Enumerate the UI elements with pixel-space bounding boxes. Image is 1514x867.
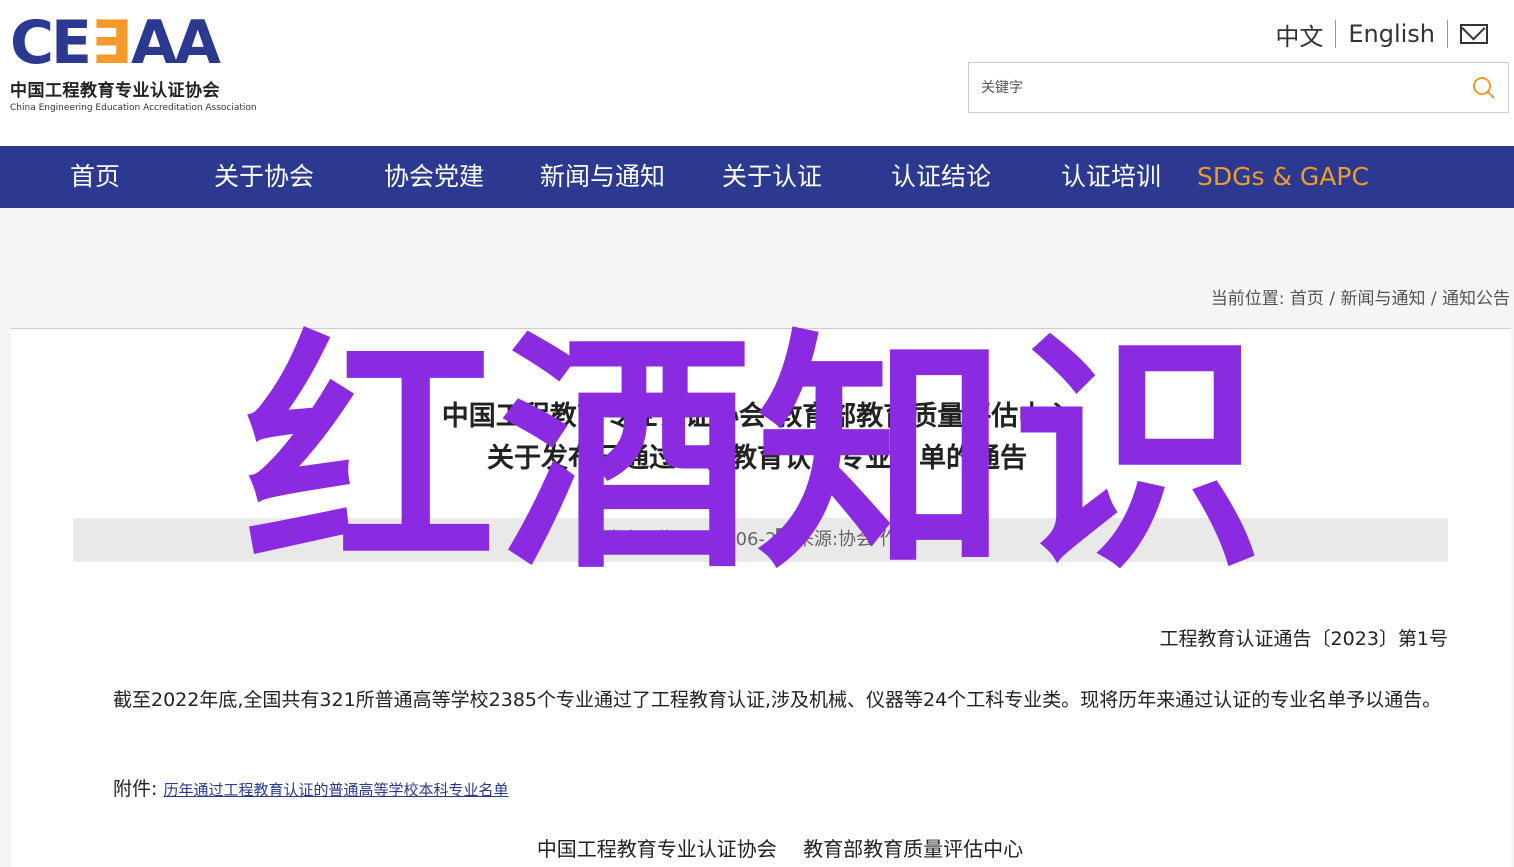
nav-item-accreditation[interactable]: 关于认证 bbox=[722, 146, 822, 208]
breadcrumb-separator: / bbox=[1329, 289, 1336, 309]
search-input[interactable] bbox=[969, 63, 1473, 112]
search-icon[interactable] bbox=[1472, 76, 1496, 100]
logo-mark-ce: CE bbox=[10, 8, 92, 78]
signatory-association: 中国工程教育专业认证协会 bbox=[536, 837, 777, 861]
mail-icon[interactable] bbox=[1460, 24, 1488, 44]
breadcrumb-separator: / bbox=[1430, 289, 1437, 309]
nav-item-training[interactable]: 认证培训 bbox=[1061, 146, 1161, 208]
main-nav: 首页 关于协会 协会党建 新闻与通知 关于认证 认证结论 认证培训 SDGs &… bbox=[0, 146, 1514, 208]
attachment-link[interactable]: 历年通过工程教育认证的普通高等学校本科专业名单 bbox=[163, 781, 508, 799]
lang-chinese-link[interactable]: 中文 bbox=[1263, 17, 1335, 52]
nav-item-results[interactable]: 认证结论 bbox=[891, 146, 991, 208]
nav-item-news[interactable]: 新闻与通知 bbox=[540, 146, 665, 208]
search-box bbox=[968, 62, 1509, 113]
breadcrumb: 当前位置: 首页 / 新闻与通知 / 通知公告 bbox=[1211, 284, 1510, 309]
breadcrumb-home[interactable]: 首页 bbox=[1290, 289, 1324, 309]
breadcrumb-notices[interactable]: 通知公告 bbox=[1442, 289, 1510, 309]
logo-chinese-name: 中国工程教育专业认证协会 bbox=[10, 81, 220, 101]
nav-item-party[interactable]: 协会党建 bbox=[384, 146, 484, 208]
breadcrumb-prefix: 当前位置: bbox=[1210, 289, 1285, 309]
article-meta: 发布日期:2023-06-2█ 来源:协会 作者 bbox=[73, 518, 1448, 562]
breadcrumb-news[interactable]: 新闻与通知 bbox=[1340, 289, 1425, 309]
article-paragraph: 截至2022年底,全国共有321所普通高等学校2385个专业通过了工程教育认证,… bbox=[113, 689, 1442, 711]
site-header: CE ∃ AA 中国工程教育专业认证协会 China Engineering Edu… bbox=[0, 0, 1514, 146]
logo-mark-e: ∃ bbox=[91, 8, 132, 78]
language-switcher: 中文 English bbox=[1263, 17, 1488, 52]
logo-mark: CE ∃ AA bbox=[10, 8, 270, 78]
attachment-label: 附件: bbox=[113, 778, 158, 800]
article-title-line2: 关于发布已通过工程教育认证专业名单的通告 bbox=[487, 443, 1027, 474]
lang-divider bbox=[1447, 20, 1448, 48]
logo-mark-aa: AA bbox=[131, 8, 221, 78]
lang-english-link[interactable]: English bbox=[1336, 20, 1447, 48]
nav-item-home[interactable]: 首页 bbox=[70, 146, 120, 208]
logo-english-name: China Engineering Education Accreditatio… bbox=[10, 103, 257, 113]
article-title-line1: 中国工程教育专业认证协会 教育部教育质量评估中心 bbox=[441, 401, 1073, 432]
document-number: 工程教育认证通告〔2023〕第1号 bbox=[1159, 628, 1448, 650]
nav-item-sdgs[interactable]: SDGs & GAPC bbox=[1197, 146, 1369, 208]
signatories: 中国工程教育专业认证协会 教育部教育质量评估中心 bbox=[0, 833, 1514, 862]
signatory-center: 教育部教育质量评估中心 bbox=[803, 837, 1024, 861]
attachment: 附件: 历年通过工程教育认证的普通高等学校本科专业名单 bbox=[113, 774, 508, 801]
nav-item-about[interactable]: 关于协会 bbox=[214, 146, 314, 208]
site-logo[interactable]: CE ∃ AA 中国工程教育专业认证协会 China Engineering Edu… bbox=[10, 8, 270, 114]
